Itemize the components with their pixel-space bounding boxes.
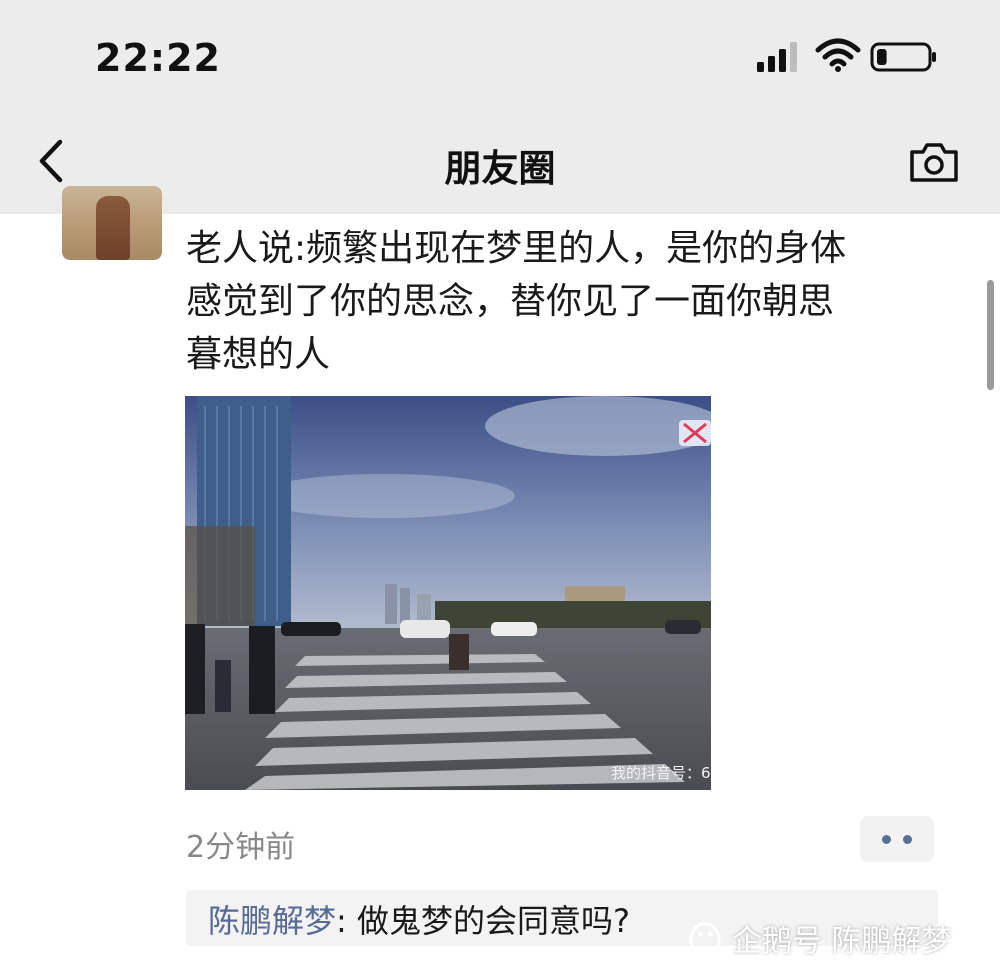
cellular-signal-icon: [757, 42, 797, 72]
comment-author[interactable]: 陈鹏解梦: [208, 902, 336, 940]
comment[interactable]: 陈鹏解梦: 做鬼梦的会同意吗?: [208, 896, 630, 942]
avatar[interactable]: [62, 186, 162, 260]
battery-icon: [870, 42, 936, 72]
comment-separator: :: [336, 902, 357, 940]
more-actions-button[interactable]: [860, 816, 934, 862]
post-timestamp: 2分钟前: [186, 830, 296, 865]
more-dots-icon: [882, 835, 891, 844]
post-video[interactable]: [185, 396, 711, 790]
comment-text: 做鬼梦的会同意吗?: [356, 902, 630, 940]
penguin-icon: [689, 922, 721, 958]
scrollbar[interactable]: [987, 280, 994, 390]
camera-icon: [910, 143, 958, 182]
wifi-icon: [815, 38, 861, 72]
status-time: 22:22: [95, 36, 221, 80]
more-dots-icon: [903, 835, 912, 844]
source-watermark: 企鹅号 陈鹏解梦: [686, 916, 952, 960]
video-watermark-text: 我的抖音号：6: [611, 764, 711, 782]
page-title: 朋友圈: [444, 147, 556, 190]
source-watermark-text: 企鹅号 陈鹏解梦: [732, 924, 952, 959]
post-text: 老人说:频繁出现在梦里的人，是你的身体 感觉到了你的思念，替你见了一面你朝思 暮…: [186, 228, 847, 375]
camera-button[interactable]: [908, 140, 960, 184]
video-thumbnail: [185, 396, 711, 790]
douyin-logo-icon: [679, 420, 711, 446]
